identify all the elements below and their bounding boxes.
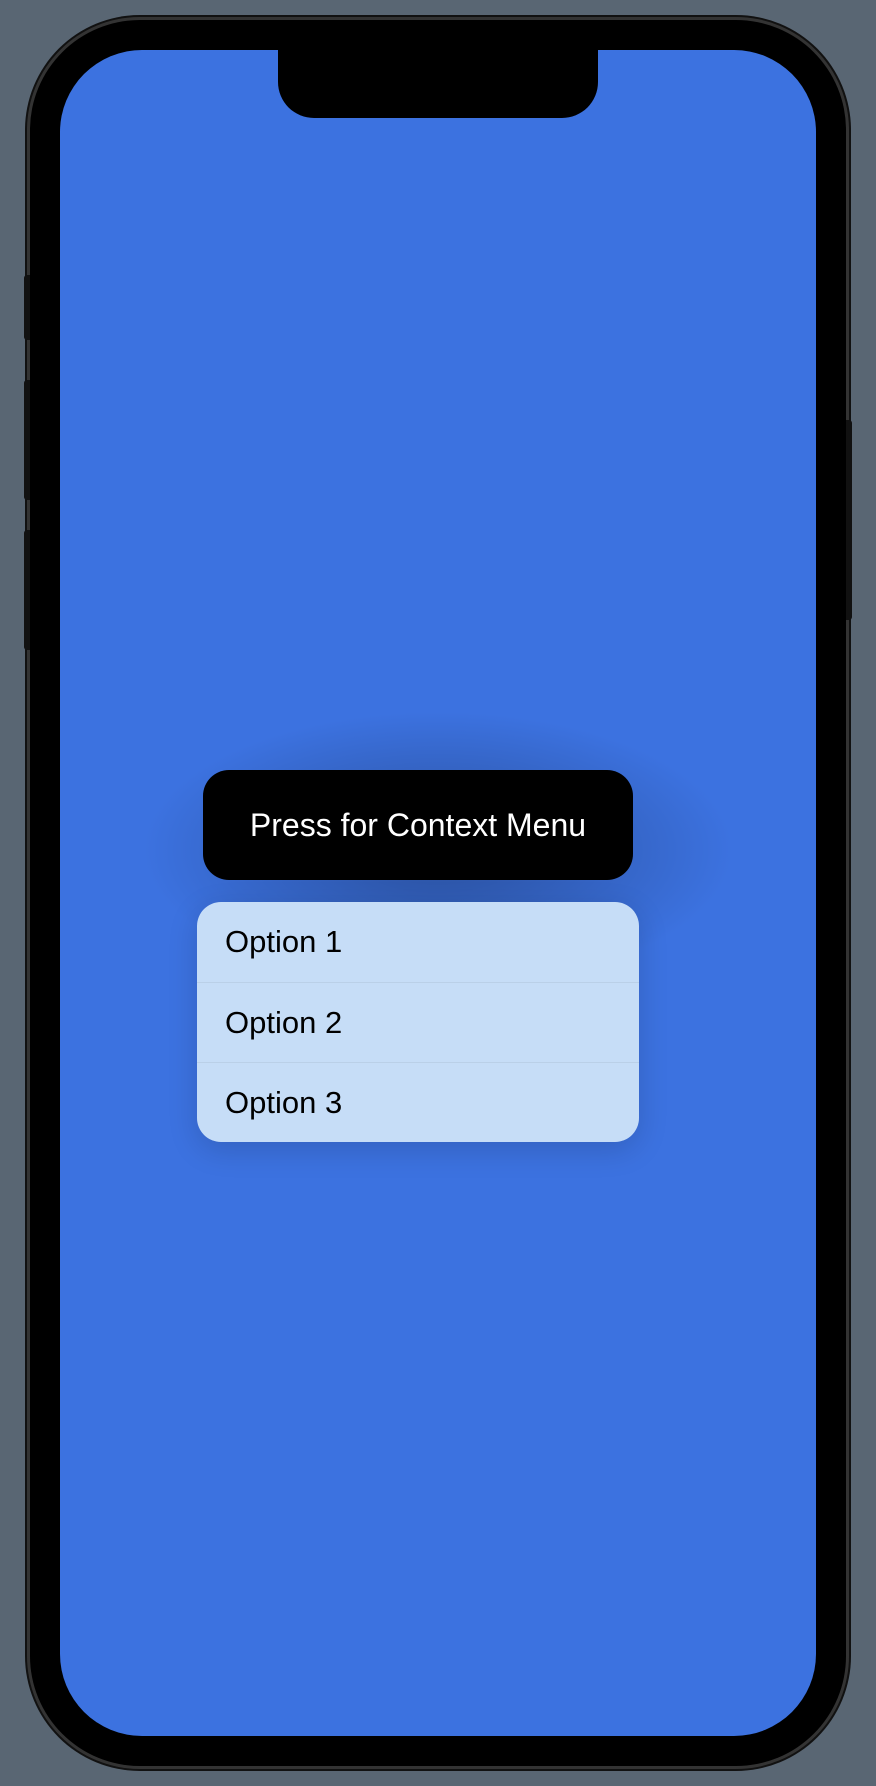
- menu-item-label: Option 1: [225, 924, 342, 960]
- context-menu-item-1[interactable]: Option 1: [197, 902, 639, 982]
- phone-side-button: [24, 275, 30, 340]
- context-menu-item-3[interactable]: Option 3: [197, 1062, 639, 1142]
- menu-item-label: Option 2: [225, 1005, 342, 1041]
- context-menu-trigger-button[interactable]: Press for Context Menu: [203, 770, 633, 880]
- phone-volume-up-button: [24, 380, 30, 500]
- context-button-label: Press for Context Menu: [250, 807, 586, 844]
- phone-notch: [278, 50, 598, 118]
- context-menu-item-2[interactable]: Option 2: [197, 982, 639, 1062]
- phone-volume-down-button: [24, 530, 30, 650]
- phone-power-button: [846, 420, 852, 620]
- phone-screen: Press for Context Menu Option 1 Option 2…: [60, 50, 816, 1736]
- phone-device-frame: Press for Context Menu Option 1 Option 2…: [30, 20, 846, 1766]
- menu-item-label: Option 3: [225, 1085, 342, 1121]
- context-menu: Option 1 Option 2 Option 3: [197, 902, 639, 1142]
